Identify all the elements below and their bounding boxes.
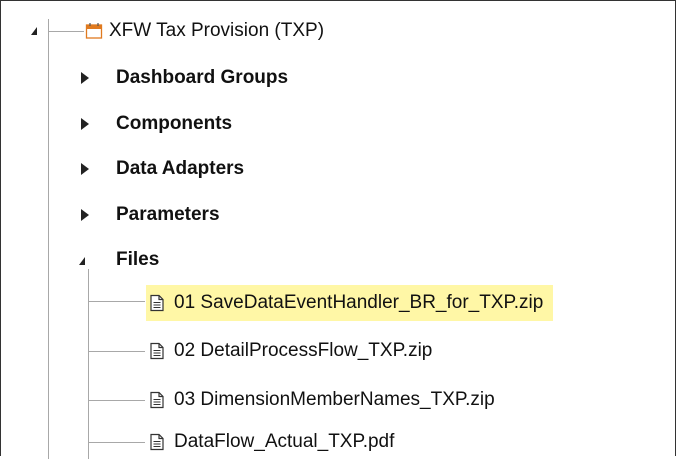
document-icon [150, 342, 164, 360]
document-icon [150, 433, 164, 451]
collapse-arrow-icon[interactable] [79, 257, 85, 265]
folder-label: Components [116, 113, 233, 134]
folder-label: Dashboard Groups [116, 67, 289, 88]
tree-connector [48, 19, 49, 459]
file-label: 01 SaveDataEventHandler_BR_for_TXP.zip [174, 292, 544, 313]
tree-connector [88, 269, 89, 459]
expand-arrow-icon[interactable] [81, 72, 89, 84]
file-label: 03 DimensionMemberNames_TXP.zip [174, 389, 495, 410]
tree-connector [48, 31, 84, 32]
tree-connector [89, 442, 145, 443]
file-label: 02 DetailProcessFlow_TXP.zip [174, 340, 433, 361]
folder-label: Data Adapters [116, 158, 245, 179]
tree-connector [89, 301, 145, 302]
tree-folder-dashboard-groups[interactable]: Dashboard Groups [116, 62, 288, 94]
tree-folder-files[interactable]: Files [116, 244, 159, 276]
tree-file-item[interactable]: 02 DetailProcessFlow_TXP.zip [148, 335, 432, 367]
tree-connector [89, 351, 145, 352]
document-icon [150, 294, 164, 312]
tree-folder-components[interactable]: Components [116, 108, 232, 140]
calendar-icon [85, 23, 103, 39]
tree-file-item[interactable]: 01 SaveDataEventHandler_BR_for_TXP.zip [146, 285, 554, 321]
tree-root-node[interactable]: XFW Tax Provision (TXP) [109, 15, 324, 47]
folder-label: Parameters [116, 204, 220, 225]
document-icon [150, 391, 164, 409]
tree-root-label: XFW Tax Provision (TXP) [109, 20, 325, 41]
file-label: DataFlow_Actual_TXP.pdf [174, 431, 395, 452]
expand-arrow-icon[interactable] [81, 163, 89, 175]
tree-file-item[interactable]: DataFlow_Actual_TXP.pdf [148, 426, 394, 458]
expand-arrow-icon[interactable] [81, 118, 89, 130]
folder-label: Files [116, 249, 160, 270]
tree-connector [89, 400, 145, 401]
tree-folder-parameters[interactable]: Parameters [116, 199, 220, 231]
tree-file-item[interactable]: 03 DimensionMemberNames_TXP.zip [148, 384, 495, 416]
collapse-arrow-icon[interactable] [31, 27, 37, 35]
expand-arrow-icon[interactable] [81, 209, 89, 221]
tree-panel: XFW Tax Provision (TXP) Dashboard Groups… [0, 0, 676, 459]
tree-folder-data-adapters[interactable]: Data Adapters [116, 153, 244, 185]
selection-highlight: 01 SaveDataEventHandler_BR_for_TXP.zip [146, 285, 554, 321]
